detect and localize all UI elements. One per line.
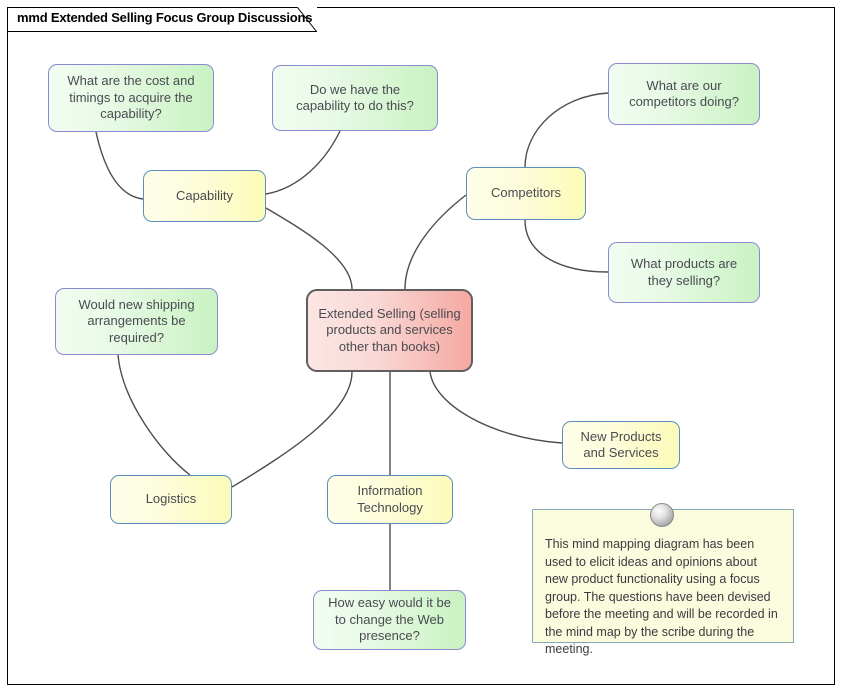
- branch-node-new-products-and-services[interactable]: New Products and Services: [562, 421, 680, 469]
- question-label-products-selling: What products are they selling?: [630, 256, 738, 288]
- branch-node-logistics[interactable]: Logistics: [110, 475, 232, 524]
- question-label-shipping-arrangements: Would new shipping arrangements be requi…: [78, 296, 195, 345]
- central-node-label: Extended Selling (selling products and s…: [318, 305, 461, 354]
- question-node-have-capability[interactable]: Do we have the capability to do this?: [272, 65, 438, 131]
- branch-node-capability[interactable]: Capability: [143, 170, 266, 222]
- branch-node-competitors[interactable]: Competitors: [466, 167, 586, 220]
- branch-node-information-technology[interactable]: Information Technology: [327, 475, 453, 524]
- question-label-competitors-doing: What are our competitors doing?: [629, 77, 739, 110]
- note-pin-icon: [650, 503, 674, 527]
- question-label-change-web-presence: How easy would it be to change the Web p…: [328, 595, 451, 644]
- branch-label-logistics: Logistics: [145, 491, 197, 507]
- question-node-cost-and-timings[interactable]: What are the cost and timings to acquire…: [48, 64, 214, 132]
- question-node-competitors-doing[interactable]: What are our competitors doing?: [608, 63, 760, 125]
- branch-label-new-products-and-services: New Products and Services: [580, 428, 662, 461]
- branch-label-competitors: Competitors: [490, 185, 562, 201]
- diagram-canvas: mmd Extended Selling Focus Group Discuss…: [0, 0, 843, 693]
- branch-label-capability: Capability: [175, 187, 234, 203]
- branch-label-information-technology: Information Technology: [357, 483, 423, 515]
- note-box: This mind mapping diagram has been used …: [532, 509, 794, 656]
- question-node-shipping-arrangements[interactable]: Would new shipping arrangements be requi…: [55, 288, 218, 355]
- question-node-products-selling[interactable]: What products are they selling?: [608, 242, 760, 303]
- central-node[interactable]: Extended Selling (selling products and s…: [306, 289, 473, 372]
- diagram-title: mmd Extended Selling Focus Group Discuss…: [17, 10, 313, 25]
- question-label-have-capability: Do we have the capability to do this?: [296, 81, 414, 114]
- note-text: This mind mapping diagram has been used …: [545, 537, 778, 656]
- question-node-change-web-presence[interactable]: How easy would it be to change the Web p…: [313, 590, 466, 650]
- question-label-cost-and-timings: What are the cost and timings to acquire…: [67, 73, 195, 122]
- diagram-frame-tab: mmd Extended Selling Focus Group Discuss…: [7, 7, 317, 32]
